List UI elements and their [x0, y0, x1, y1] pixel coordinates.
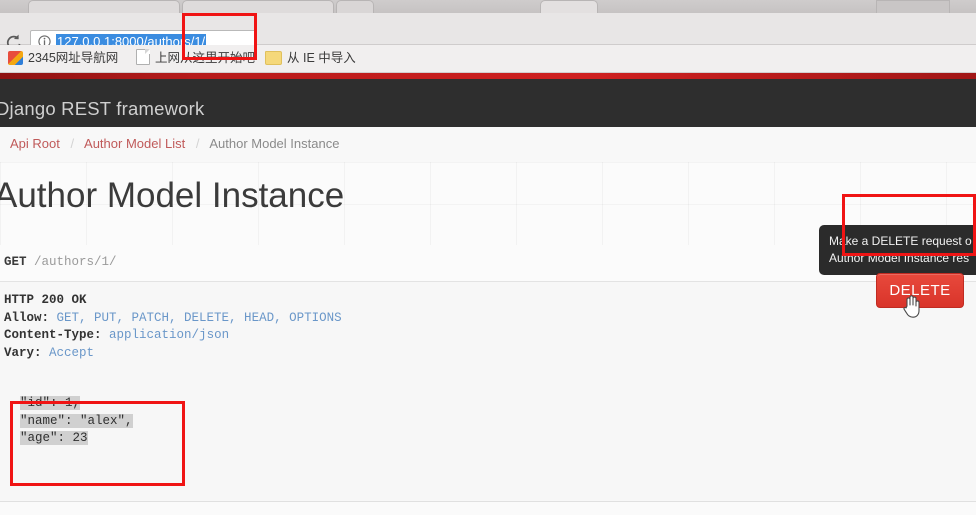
response-body-json[interactable]: "id": 1, "name": "alex", "age": 23: [20, 395, 133, 448]
request-line: GET /authors/1/: [4, 255, 117, 269]
breadcrumb-bar: Api Root / Author Model List / Author Mo…: [0, 127, 976, 163]
site-brand[interactable]: Django REST framework: [0, 98, 204, 120]
response-headers: HTTP 200 OK Allow: GET, PUT, PATCH, DELE…: [4, 292, 342, 362]
bookmark-item-2345[interactable]: 2345网址导航网: [8, 49, 118, 68]
bookmark-label: 上网从这里开始吧: [155, 51, 256, 65]
new-tab-button[interactable]: [336, 0, 374, 14]
navigation-toolbar: 127.0.0.1:8000/authors/1/: [0, 13, 976, 54]
page-content: Django REST framework Api Root / Author …: [0, 73, 976, 515]
header-value-content-type: application/json: [109, 328, 230, 342]
json-line-name: "name": "alex",: [20, 413, 133, 428]
browser-tab-2[interactable]: [182, 0, 334, 14]
breadcrumb-separator: /: [195, 136, 200, 151]
document-icon: [136, 49, 150, 65]
mouse-cursor-pointer-icon: [901, 293, 923, 319]
breadcrumb-separator: /: [70, 136, 75, 151]
browser-tab-1[interactable]: [28, 0, 180, 14]
browser-chrome: 127.0.0.1:8000/authors/1/ 2345网址导航网 上网从这…: [0, 0, 976, 73]
site-header: Django REST framework: [0, 79, 976, 127]
browser-window: 127.0.0.1:8000/authors/1/ 2345网址导航网 上网从这…: [0, 0, 976, 515]
response-status-line: HTTP 200 OK: [4, 293, 87, 307]
bookmark-label: 从 IE 中导入: [287, 51, 356, 65]
request-method: GET: [4, 255, 27, 269]
bookmark-item-start-page[interactable]: 上网从这里开始吧: [136, 49, 255, 68]
header-name-content-type: Content-Type:: [4, 328, 102, 342]
breadcrumb-item-author-model-list[interactable]: Author Model List: [84, 136, 185, 151]
folder-icon: [265, 51, 282, 65]
delete-button-tooltip: Make a DELETE request o Author Model Ins…: [819, 225, 976, 282]
header-name-vary: Vary:: [4, 345, 42, 360]
breadcrumb-item-api-root[interactable]: Api Root: [10, 136, 60, 151]
header-value-vary: Accept: [49, 345, 95, 360]
request-path: /authors/1/: [34, 255, 117, 269]
bookmarks-bar: 2345网址导航网 上网从这里开始吧 从 IE 中导入: [0, 45, 976, 73]
header-value-allow: GET, PUT, PATCH, DELETE, HEAD, OPTIONS: [56, 310, 342, 325]
2345-favicon-icon: [8, 51, 23, 65]
json-line-id: "id": 1,: [20, 396, 81, 410]
page-footer-edge: [0, 501, 976, 515]
bookmark-label: 2345网址导航网: [28, 51, 119, 65]
header-name-allow: Allow:: [4, 310, 50, 325]
json-line-age: "age": 23: [20, 431, 88, 445]
tab-strip: [0, 0, 976, 14]
breadcrumb: Api Root / Author Model List / Author Mo…: [10, 136, 339, 151]
bookmark-item-ie-import[interactable]: 从 IE 中导入: [265, 49, 356, 68]
window-controls[interactable]: [876, 0, 950, 14]
tooltip-line-1: Make a DELETE request o: [829, 234, 972, 248]
browser-tab-3[interactable]: [540, 0, 598, 14]
response-block: HTTP 200 OK Allow: GET, PUT, PATCH, DELE…: [0, 281, 976, 503]
tooltip-line-2: Author Model Instance res: [829, 251, 970, 265]
page-title: Author Model Instance: [0, 176, 345, 215]
breadcrumb-item-author-model-instance: Author Model Instance: [209, 136, 340, 151]
